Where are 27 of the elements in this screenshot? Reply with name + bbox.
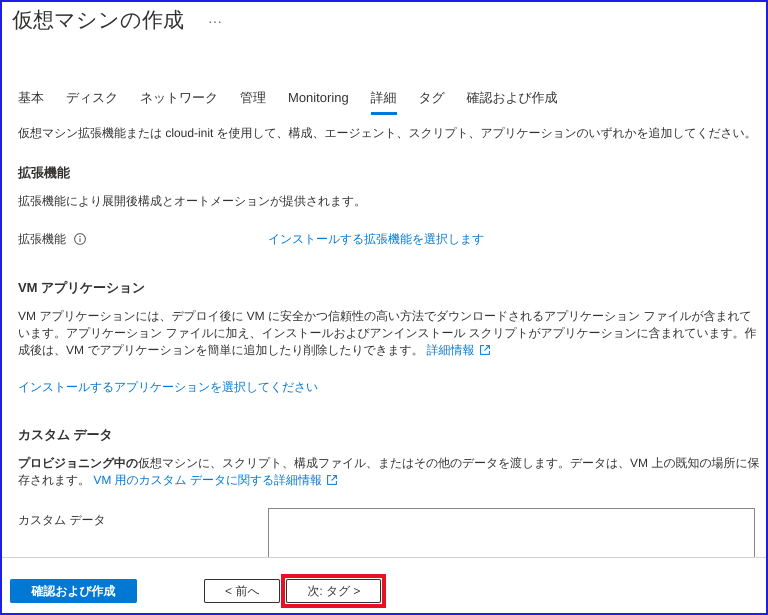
tab[interactable]: ディスク (66, 84, 118, 115)
learn-more-link[interactable]: 詳細情報 (426, 343, 490, 357)
learn-more-link[interactable]: VM 用のカスタム データに関する詳細情報 (93, 473, 338, 487)
nav-button[interactable]: < 前へ (204, 578, 280, 602)
page-title: 仮想マシンの作成 (12, 8, 184, 34)
section-heading: VM アプリケーション (18, 279, 146, 297)
paragraph-text: プロビジョニング中の仮想マシンに、スクリプト、構成ファイル、またはその他のデータを渡します。データは、VM 上の既知の場所に保存されます。 VM 用のカスタム データに関する詳細情報 (18, 455, 760, 489)
tab[interactable]: ネットワーク (140, 84, 218, 115)
tab[interactable]: 基本 (18, 84, 44, 115)
tab[interactable]: Monitoring (288, 84, 349, 115)
field-label: カスタム データ (18, 512, 106, 529)
tab[interactable]: タグ (418, 84, 445, 115)
tab[interactable]: 管理 (240, 84, 266, 115)
custom-data-field[interactable] (268, 508, 755, 557)
nav-button[interactable]: 次: タグ > (286, 578, 382, 602)
tab[interactable]: 詳細 (370, 84, 397, 115)
tab[interactable]: 確認および作成 (466, 84, 558, 115)
select-link[interactable]: インストールするアプリケーションを選択してください (18, 380, 318, 394)
field-label: 拡張機能 (18, 231, 66, 248)
paragraph-text: VM アプリケーションには、デプロイ後に VM に安全かつ信頼性の高い方法でダウンロードされるアプリケーション ファイルが含まれています。アプリケーション ファイルに加え、インストールおよびアンインストール スクリプトがアプリケーションに含まれています。作成後は、VM でアプリケーションを簡単に追加したり削除したりできます。 詳細情報 (18, 308, 758, 359)
section-heading: カスタム データ (18, 426, 114, 444)
review-create-button[interactable]: 確認および作成 (10, 578, 137, 602)
section-heading: 拡張機能 (18, 164, 71, 182)
intro-text: 仮想マシン拡張機能または cloud-init を使用して、構成、エージェント、スクリプト、アプリケーションのいずれかを追加してください。 (18, 125, 758, 142)
paragraph-text: 拡張機能により展開後構成とオートメーションが提供されます。 (18, 193, 367, 210)
more-menu-button[interactable]: ··· (208, 11, 222, 31)
select-link[interactable]: インストールする拡張機能を選択します (268, 230, 484, 248)
